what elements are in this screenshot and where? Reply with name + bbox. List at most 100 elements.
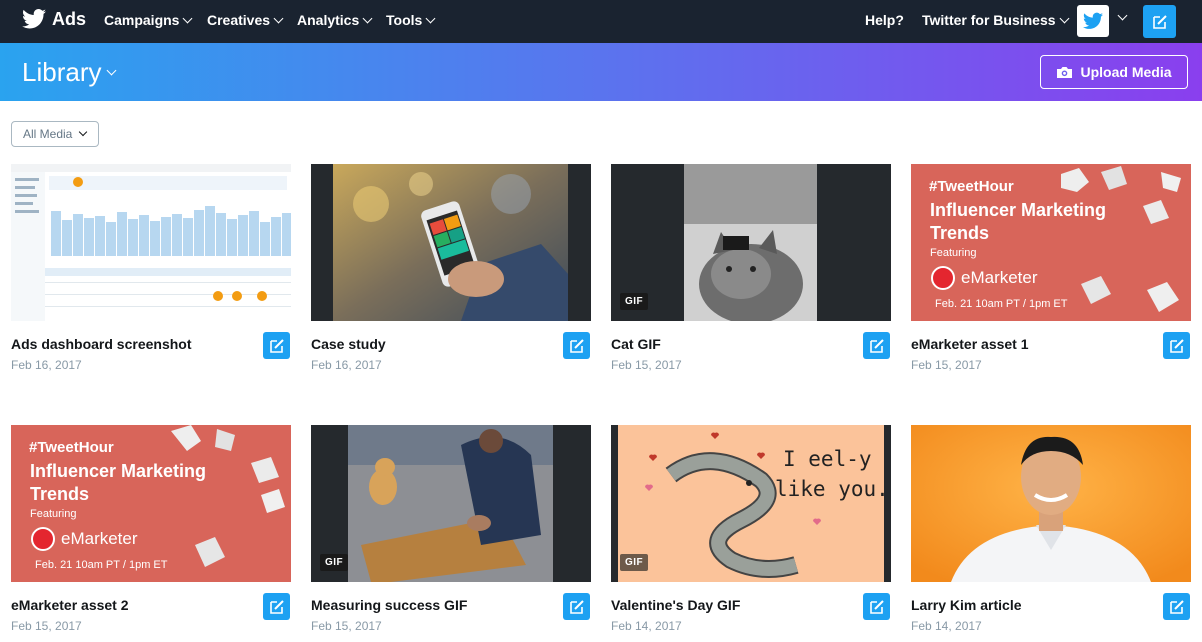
compose-icon (1152, 14, 1167, 29)
compose-tweet-button[interactable] (1163, 593, 1190, 620)
compose-button[interactable] (1143, 5, 1176, 38)
media-date: Feb 15, 2017 (311, 619, 382, 633)
media-title: Measuring success GIF (311, 597, 468, 613)
compose-icon (269, 338, 284, 353)
compose-icon (269, 599, 284, 614)
media-title: eMarketer asset 2 (11, 597, 129, 613)
nav-campaigns-label: Campaigns (104, 12, 180, 28)
twitter-bird-icon (22, 9, 46, 29)
compose-icon (1169, 599, 1184, 614)
chevron-down-icon (79, 127, 88, 137)
emarketer-logo-icon (31, 527, 55, 551)
help-link[interactable]: Help? (865, 12, 904, 28)
dog-and-man-gif-image (311, 425, 591, 582)
poster-headline-line2: Trends (30, 484, 90, 504)
media-date: Feb 16, 2017 (311, 358, 382, 372)
poster-featuring: Featuring (30, 508, 77, 520)
gif-badge: GIF (620, 293, 649, 310)
nav-creatives[interactable]: Creatives (207, 12, 284, 28)
compose-tweet-button[interactable] (563, 593, 590, 620)
media-title: eMarketer asset 1 (911, 336, 1029, 352)
media-thumbnail[interactable]: #TweetHour Influencer Marketing Trends F… (11, 425, 291, 582)
chevron-down-icon (425, 13, 436, 23)
media-thumbnail[interactable]: #TweetHour Influencer Marketing Trends F… (911, 164, 1191, 321)
upload-media-label: Upload Media (1080, 64, 1172, 80)
compose-tweet-button[interactable] (1163, 332, 1190, 359)
poster-brand: eMarketer (61, 529, 138, 548)
portrait-photo-image (911, 425, 1191, 582)
poster-hashtag: #TweetHour (929, 178, 1014, 195)
compose-icon (569, 599, 584, 614)
compose-icon (869, 338, 884, 353)
brand-label: Ads (52, 8, 87, 29)
valentine-text-line1: I eel-y (783, 447, 872, 471)
media-date: Feb 14, 2017 (611, 619, 682, 633)
nav-creatives-label: Creatives (207, 12, 271, 28)
media-title: Cat GIF (611, 336, 661, 352)
media-date: Feb 15, 2017 (11, 619, 82, 633)
top-nav: Ads Campaigns Creatives Analytics Tools … (0, 0, 1202, 43)
media-title: Valentine's Day GIF (611, 597, 741, 613)
phone-in-hand-image (311, 164, 591, 321)
chevron-down-icon (107, 65, 117, 76)
valentine-text-line2: like you. (775, 477, 889, 501)
media-date: Feb 16, 2017 (11, 358, 82, 372)
emarketer-logo-icon (931, 266, 955, 290)
compose-icon (869, 599, 884, 614)
media-date: Feb 15, 2017 (611, 358, 682, 372)
poster-headline-line1: Influencer Marketing (30, 461, 207, 481)
poster-featuring: Featuring (930, 247, 977, 259)
nav-campaigns[interactable]: Campaigns (104, 12, 193, 28)
chevron-down-icon (1059, 13, 1069, 23)
cat-gif-image (611, 164, 891, 321)
chevron-down-icon (183, 13, 193, 23)
ads-home-link[interactable]: Ads (22, 8, 86, 30)
media-type-filter[interactable]: All Media (11, 121, 99, 147)
business-label: Twitter for Business (922, 12, 1056, 28)
poster-headline-line2: Trends (930, 223, 990, 243)
media-date: Feb 14, 2017 (911, 619, 982, 633)
account-chevron-down-icon[interactable] (1117, 10, 1128, 21)
nav-analytics[interactable]: Analytics (297, 12, 373, 28)
twitter-avatar-icon (1083, 12, 1103, 29)
compose-tweet-button[interactable] (263, 593, 290, 620)
nav-analytics-label: Analytics (297, 12, 360, 28)
upload-media-button[interactable]: Upload Media (1040, 55, 1188, 89)
media-title: Larry Kim article (911, 597, 1022, 613)
poster-headline-line1: Influencer Marketing (930, 200, 1107, 220)
media-thumbnail[interactable] (911, 425, 1191, 582)
media-title: Case study (311, 336, 386, 352)
nav-tools[interactable]: Tools (386, 12, 436, 28)
nav-tools-label: Tools (386, 12, 423, 28)
media-thumbnail[interactable] (311, 164, 591, 321)
library-header: Library Upload Media (0, 43, 1202, 101)
page-title: Library (22, 57, 102, 87)
poster-hashtag: #TweetHour (29, 439, 114, 456)
compose-icon (569, 338, 584, 353)
media-date: Feb 15, 2017 (911, 358, 982, 372)
media-filter-value: All Media (23, 127, 73, 141)
camera-icon (1057, 67, 1073, 78)
twitter-for-business-menu[interactable]: Twitter for Business (922, 12, 1069, 28)
media-title: Ads dashboard screenshot (11, 336, 192, 352)
compose-tweet-button[interactable] (863, 593, 890, 620)
compose-icon (1169, 338, 1184, 353)
compose-tweet-button[interactable] (863, 332, 890, 359)
poster-brand: eMarketer (961, 268, 1038, 287)
compose-tweet-button[interactable] (563, 332, 590, 359)
gif-badge: GIF (320, 554, 349, 571)
poster-datetime: Feb. 21 10am PT / 1pm ET (35, 559, 168, 571)
gif-badge: GIF (620, 554, 649, 571)
compose-tweet-button[interactable] (263, 332, 290, 359)
help-label: Help? (865, 12, 904, 28)
library-title-menu[interactable]: Library (22, 57, 117, 88)
poster-datetime: Feb. 21 10am PT / 1pm ET (935, 298, 1068, 310)
dashboard-screenshot-image (11, 164, 291, 321)
chevron-down-icon (273, 13, 284, 23)
media-thumbnail[interactable]: I eel-y like you. GIF (611, 425, 891, 582)
media-thumbnail[interactable] (11, 164, 291, 321)
media-thumbnail[interactable]: GIF (611, 164, 891, 321)
media-thumbnail[interactable]: GIF (311, 425, 591, 582)
account-avatar-button[interactable] (1077, 5, 1109, 37)
chevron-down-icon (362, 13, 373, 23)
